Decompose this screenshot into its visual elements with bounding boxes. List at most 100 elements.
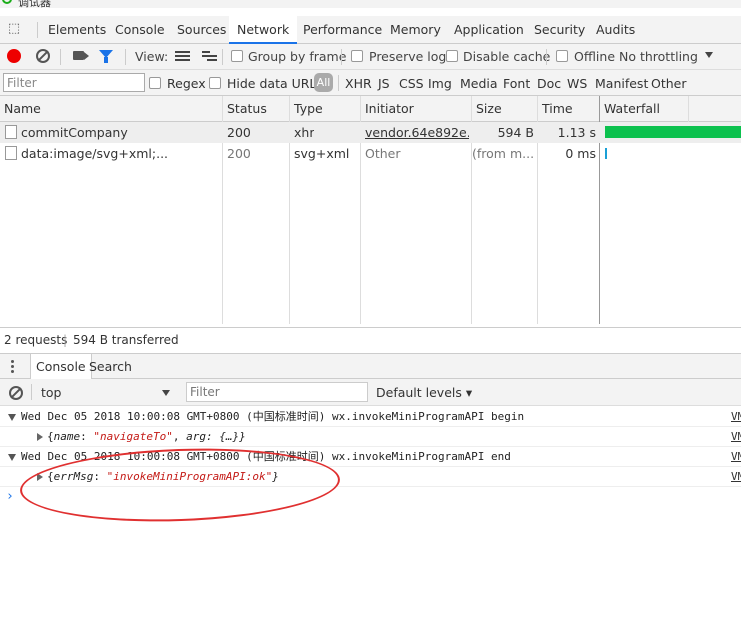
collapse-triangle-icon[interactable] [8,454,16,461]
disable-cache-label: Disable cache [463,49,551,64]
column-size[interactable]: Size [472,96,502,122]
hide-data-urls-label: Hide data URLs [227,76,323,91]
filter-xhr[interactable]: XHR [345,76,372,91]
collapse-triangle-icon[interactable] [8,414,16,421]
record-icon[interactable] [7,49,21,63]
table-row[interactable]: data:image/svg+xml;... 200 svg+xml Other… [0,143,741,164]
console-source-link[interactable]: VM [731,447,741,466]
offline-label: Offline [574,49,616,64]
transferred-size: 594 B transferred [73,333,179,347]
request-initiator-link[interactable]: vendor.64e892e... [365,122,469,143]
console-message[interactable]: {name: "navigateTo", arg: {…}} VM [0,427,741,447]
hide-data-urls-checkbox[interactable] [209,77,221,89]
filter-js[interactable]: JS [378,76,390,91]
filter-css[interactable]: CSS [399,76,424,91]
network-summary-bar: 2 requests | 594 B transferred [0,327,741,351]
clear-icon[interactable] [36,49,50,63]
tab-audits[interactable]: Audits [588,16,643,44]
console-toolbar: top Default levels ▾ [0,379,741,406]
request-size: (from m... [472,146,534,161]
filter-img[interactable]: Img [428,76,452,91]
throttling-select[interactable]: No throttling [619,49,698,64]
requests-table-header: Name Status Type Initiator Size Time Wat… [0,96,741,122]
request-status: 200 [227,146,251,161]
request-name: data:image/svg+xml;... [21,146,169,161]
column-initiator[interactable]: Initiator [361,96,414,122]
toolbar-separator [546,49,547,65]
window-titlebar: 调试器 [0,0,741,8]
offline-checkbox[interactable] [556,50,568,62]
group-by-frame-checkbox[interactable] [231,50,243,62]
console-source-link[interactable]: VM [731,467,741,486]
column-status[interactable]: Status [223,96,267,122]
chevron-down-icon[interactable] [162,390,170,396]
log-levels-label: Default levels [376,385,462,400]
expand-triangle-icon[interactable] [37,433,43,441]
toolbar-separator [341,49,342,65]
tab-separator [37,22,38,38]
filter-ws[interactable]: WS [567,76,587,91]
large-rows-icon[interactable] [175,51,190,62]
network-filterbar: Regex Hide data URLs All XHR JS CSS Img … [0,70,741,96]
column-time[interactable]: Time [538,96,573,122]
console-prompt-icon[interactable]: › [6,489,14,504]
table-row[interactable]: commitCompany 200 xhr vendor.64e892e... … [0,122,741,143]
column-divider [688,96,689,122]
request-type: svg+xml [294,146,350,161]
toolbar-separator [60,49,61,65]
network-filter-input[interactable] [3,73,145,92]
tab-application[interactable]: Application [446,16,532,44]
summary-separator: | [63,333,68,347]
request-size: 594 B [497,125,534,140]
tab-elements[interactable]: Elements [40,16,114,44]
tab-memory[interactable]: Memory [382,16,449,44]
wechat-devtools-icon [2,0,12,4]
filter-manifest[interactable]: Manifest [595,76,648,91]
waterfall-bar [605,148,607,159]
group-by-frame-label: Group by frame [248,49,347,64]
context-select[interactable]: top [37,383,177,402]
filter-media[interactable]: Media [460,76,498,91]
tab-security[interactable]: Security [526,16,593,44]
disable-cache-checkbox[interactable] [446,50,458,62]
overview-icon[interactable] [202,51,217,62]
regex-checkbox[interactable] [149,77,161,89]
console-message[interactable]: Wed Dec 05 2018 10:00:08 GMT+0800 (中国标准时… [0,407,741,427]
filter-font[interactable]: Font [503,76,530,91]
preserve-log-checkbox[interactable] [351,50,363,62]
drawer-tab-console[interactable]: Console [30,354,92,379]
tab-console[interactable]: Console [107,16,173,44]
console-filter-input[interactable] [186,382,368,402]
window-title: 调试器 [18,0,51,8]
column-waterfall[interactable]: Waterfall [600,96,660,122]
preserve-log-label: Preserve log [369,49,447,64]
chevron-down-icon[interactable] [705,52,713,58]
console-source-link[interactable]: VM [731,407,741,426]
image-file-icon [5,146,17,160]
tab-network[interactable]: Network [229,16,298,44]
network-toolbar: View: Group by frame Preserve log Disabl… [0,44,741,70]
column-name[interactable]: Name [0,96,41,122]
inspect-element-icon[interactable]: ⬚ [6,21,22,37]
capture-screenshots-icon[interactable] [73,51,89,60]
document-icon [5,125,17,139]
column-type[interactable]: Type [290,96,323,122]
filter-icon[interactable] [99,50,113,63]
drawer-tab-search[interactable]: Search [84,354,137,379]
drawer-tabbar: Console Search [0,353,741,379]
request-name: commitCompany [21,125,128,140]
toolbar-separator [222,49,223,65]
request-status: 200 [227,125,251,140]
console-source-link[interactable]: VM [731,427,741,446]
tab-performance[interactable]: Performance [295,16,390,44]
log-levels-select[interactable]: Default levels ▾ [376,385,472,400]
clear-console-icon[interactable] [9,386,23,400]
request-type: xhr [294,125,315,140]
filter-other[interactable]: Other [651,76,687,91]
filter-doc[interactable]: Doc [537,76,561,91]
toolbar-separator [338,75,339,91]
console-object-preview[interactable]: {name: "navigateTo", arg: {…}} [47,427,246,446]
more-menu-icon[interactable] [11,360,14,375]
tab-sources[interactable]: Sources [169,16,234,44]
filter-all-button[interactable]: All [314,73,333,92]
